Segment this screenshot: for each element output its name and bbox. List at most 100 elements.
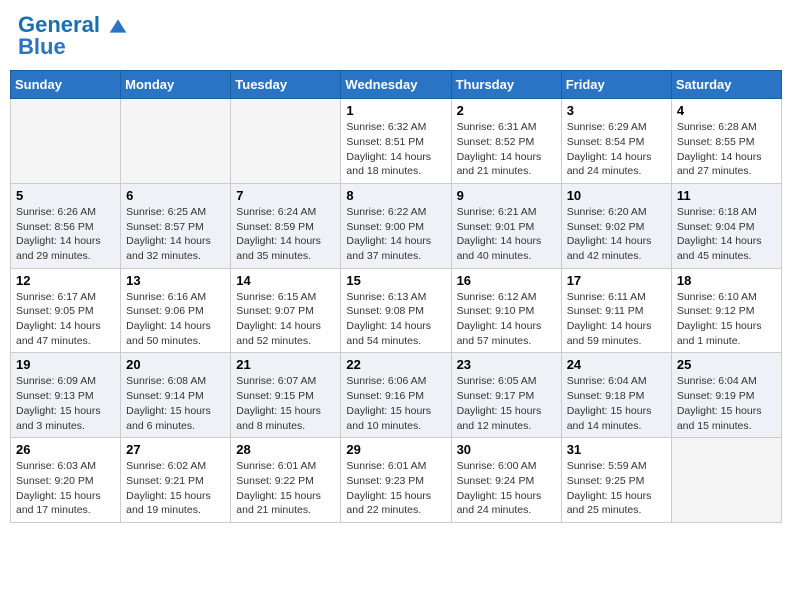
day-info: Sunrise: 6:00 AMSunset: 9:24 PMDaylight:… bbox=[457, 459, 556, 518]
day-number: 26 bbox=[16, 442, 115, 457]
calendar-cell: 5 Sunrise: 6:26 AMSunset: 8:56 PMDaylight… bbox=[11, 183, 121, 268]
day-number: 19 bbox=[16, 357, 115, 372]
calendar-cell: 3Sunrise: 6:29 AMSunset: 8:54 PMDaylight… bbox=[561, 99, 671, 184]
day-info: Sunrise: 6:05 AMSunset: 9:17 PMDaylight:… bbox=[457, 374, 556, 433]
calendar-cell: 27Sunrise: 6:02 AMSunset: 9:21 PMDayligh… bbox=[121, 438, 231, 523]
day-number: 15 bbox=[346, 273, 445, 288]
day-info: Sunrise: 6:09 AMSunset: 9:13 PMDaylight:… bbox=[16, 374, 115, 433]
day-info: Sunrise: 6:26 AMSunset: 8:56 PMDaylight:… bbox=[16, 205, 115, 264]
calendar-cell: 17Sunrise: 6:11 AMSunset: 9:11 PMDayligh… bbox=[561, 268, 671, 353]
calendar-cell: 15 Sunrise: 6:13 AMSunset: 9:08 PMDayligh… bbox=[341, 268, 451, 353]
day-info: Sunrise: 6:21 AMSunset: 9:01 PMDaylight:… bbox=[457, 205, 556, 264]
calendar-cell: 21 Sunrise: 6:07 AMSunset: 9:15 PMDayligh… bbox=[231, 353, 341, 438]
day-info: Sunrise: 6:11 AMSunset: 9:11 PMDaylight:… bbox=[567, 290, 666, 349]
day-info: Sunrise: 6:31 AMSunset: 8:52 PMDaylight:… bbox=[457, 120, 556, 179]
col-header-tuesday: Tuesday bbox=[231, 71, 341, 99]
day-info: Sunrise: 6:01 AMSunset: 9:22 PMDaylight:… bbox=[236, 459, 335, 518]
day-number: 23 bbox=[457, 357, 556, 372]
day-number: 4 bbox=[677, 103, 776, 118]
calendar-cell: 24 Sunrise: 6:04 AMSunset: 9:18 PMDayligh… bbox=[561, 353, 671, 438]
calendar-cell: 1 Sunrise: 6:32 AMSunset: 8:51 PMDaylight… bbox=[341, 99, 451, 184]
day-info: Sunrise: 6:28 AMSunset: 8:55 PMDaylight:… bbox=[677, 120, 776, 179]
calendar-cell: 13Sunrise: 6:16 AMSunset: 9:06 PMDayligh… bbox=[121, 268, 231, 353]
calendar-cell: 7 Sunrise: 6:24 AMSunset: 8:59 PMDaylight… bbox=[231, 183, 341, 268]
day-info: Sunrise: 6:18 AMSunset: 9:04 PMDaylight:… bbox=[677, 205, 776, 264]
day-info: Sunrise: 5:59 AMSunset: 9:25 PMDaylight:… bbox=[567, 459, 666, 518]
calendar-cell bbox=[231, 99, 341, 184]
day-number: 6 bbox=[126, 188, 225, 203]
day-number: 7 bbox=[236, 188, 335, 203]
day-info: Sunrise: 6:07 AMSunset: 9:15 PMDaylight:… bbox=[236, 374, 335, 433]
day-number: 12 bbox=[16, 273, 115, 288]
calendar-cell: 6 Sunrise: 6:25 AMSunset: 8:57 PMDaylight… bbox=[121, 183, 231, 268]
col-header-thursday: Thursday bbox=[451, 71, 561, 99]
day-number: 29 bbox=[346, 442, 445, 457]
day-info: Sunrise: 6:20 AMSunset: 9:02 PMDaylight:… bbox=[567, 205, 666, 264]
day-number: 21 bbox=[236, 357, 335, 372]
day-info: Sunrise: 6:04 AMSunset: 9:19 PMDaylight:… bbox=[677, 374, 776, 433]
calendar-table: SundayMondayTuesdayWednesdayThursdayFrid… bbox=[10, 70, 782, 523]
calendar-header-row: SundayMondayTuesdayWednesdayThursdayFrid… bbox=[11, 71, 782, 99]
day-number: 2 bbox=[457, 103, 556, 118]
calendar-cell: 30Sunrise: 6:00 AMSunset: 9:24 PMDayligh… bbox=[451, 438, 561, 523]
calendar-week-row: 5 Sunrise: 6:26 AMSunset: 8:56 PMDaylight… bbox=[11, 183, 782, 268]
day-number: 24 bbox=[567, 357, 666, 372]
calendar-cell: 25 Sunrise: 6:04 AMSunset: 9:19 PMDayligh… bbox=[671, 353, 781, 438]
day-number: 10 bbox=[567, 188, 666, 203]
calendar-cell: 11 Sunrise: 6:18 AMSunset: 9:04 PMDayligh… bbox=[671, 183, 781, 268]
calendar-cell: 4 Sunrise: 6:28 AMSunset: 8:55 PMDaylight… bbox=[671, 99, 781, 184]
day-info: Sunrise: 6:13 AMSunset: 9:08 PMDaylight:… bbox=[346, 290, 445, 349]
day-info: Sunrise: 6:17 AMSunset: 9:05 PMDaylight:… bbox=[16, 290, 115, 349]
day-info: Sunrise: 6:15 AMSunset: 9:07 PMDaylight:… bbox=[236, 290, 335, 349]
day-info: Sunrise: 6:25 AMSunset: 8:57 PMDaylight:… bbox=[126, 205, 225, 264]
calendar-cell: 28Sunrise: 6:01 AMSunset: 9:22 PMDayligh… bbox=[231, 438, 341, 523]
day-number: 20 bbox=[126, 357, 225, 372]
calendar-cell: 29 Sunrise: 6:01 AMSunset: 9:23 PMDayligh… bbox=[341, 438, 451, 523]
day-number: 31 bbox=[567, 442, 666, 457]
calendar-cell bbox=[671, 438, 781, 523]
day-number: 11 bbox=[677, 188, 776, 203]
day-info: Sunrise: 6:06 AMSunset: 9:16 PMDaylight:… bbox=[346, 374, 445, 433]
calendar-cell: 23 Sunrise: 6:05 AMSunset: 9:17 PMDayligh… bbox=[451, 353, 561, 438]
day-info: Sunrise: 6:32 AMSunset: 8:51 PMDaylight:… bbox=[346, 120, 445, 179]
calendar-cell: 8Sunrise: 6:22 AMSunset: 9:00 PMDaylight… bbox=[341, 183, 451, 268]
day-info: Sunrise: 6:08 AMSunset: 9:14 PMDaylight:… bbox=[126, 374, 225, 433]
day-number: 27 bbox=[126, 442, 225, 457]
day-number: 13 bbox=[126, 273, 225, 288]
day-number: 25 bbox=[677, 357, 776, 372]
col-header-wednesday: Wednesday bbox=[341, 71, 451, 99]
day-number: 18 bbox=[677, 273, 776, 288]
col-header-sunday: Sunday bbox=[11, 71, 121, 99]
calendar-cell bbox=[121, 99, 231, 184]
day-info: Sunrise: 6:24 AMSunset: 8:59 PMDaylight:… bbox=[236, 205, 335, 264]
day-number: 1 bbox=[346, 103, 445, 118]
calendar-cell: 20 Sunrise: 6:08 AMSunset: 9:14 PMDayligh… bbox=[121, 353, 231, 438]
calendar-cell: 26 Sunrise: 6:03 AMSunset: 9:20 PMDayligh… bbox=[11, 438, 121, 523]
logo-blue: Blue bbox=[18, 36, 128, 58]
logo: General Blue bbox=[18, 14, 128, 58]
day-number: 16 bbox=[457, 273, 556, 288]
calendar-week-row: 12 Sunrise: 6:17 AMSunset: 9:05 PMDayligh… bbox=[11, 268, 782, 353]
day-info: Sunrise: 6:04 AMSunset: 9:18 PMDaylight:… bbox=[567, 374, 666, 433]
calendar-cell: 18Sunrise: 6:10 AMSunset: 9:12 PMDayligh… bbox=[671, 268, 781, 353]
day-info: Sunrise: 6:29 AMSunset: 8:54 PMDaylight:… bbox=[567, 120, 666, 179]
day-number: 14 bbox=[236, 273, 335, 288]
day-number: 22 bbox=[346, 357, 445, 372]
day-info: Sunrise: 6:03 AMSunset: 9:20 PMDaylight:… bbox=[16, 459, 115, 518]
day-number: 5 bbox=[16, 188, 115, 203]
calendar-cell: 14 Sunrise: 6:15 AMSunset: 9:07 PMDayligh… bbox=[231, 268, 341, 353]
day-info: Sunrise: 6:01 AMSunset: 9:23 PMDaylight:… bbox=[346, 459, 445, 518]
col-header-friday: Friday bbox=[561, 71, 671, 99]
col-header-monday: Monday bbox=[121, 71, 231, 99]
calendar-cell: 12 Sunrise: 6:17 AMSunset: 9:05 PMDayligh… bbox=[11, 268, 121, 353]
day-info: Sunrise: 6:22 AMSunset: 9:00 PMDaylight:… bbox=[346, 205, 445, 264]
calendar-cell: 2 Sunrise: 6:31 AMSunset: 8:52 PMDaylight… bbox=[451, 99, 561, 184]
calendar-week-row: 26 Sunrise: 6:03 AMSunset: 9:20 PMDayligh… bbox=[11, 438, 782, 523]
col-header-saturday: Saturday bbox=[671, 71, 781, 99]
calendar-cell bbox=[11, 99, 121, 184]
calendar-cell: 9 Sunrise: 6:21 AMSunset: 9:01 PMDaylight… bbox=[451, 183, 561, 268]
calendar-week-row: 19 Sunrise: 6:09 AMSunset: 9:13 PMDayligh… bbox=[11, 353, 782, 438]
day-number: 9 bbox=[457, 188, 556, 203]
day-info: Sunrise: 6:12 AMSunset: 9:10 PMDaylight:… bbox=[457, 290, 556, 349]
calendar-cell: 19 Sunrise: 6:09 AMSunset: 9:13 PMDayligh… bbox=[11, 353, 121, 438]
